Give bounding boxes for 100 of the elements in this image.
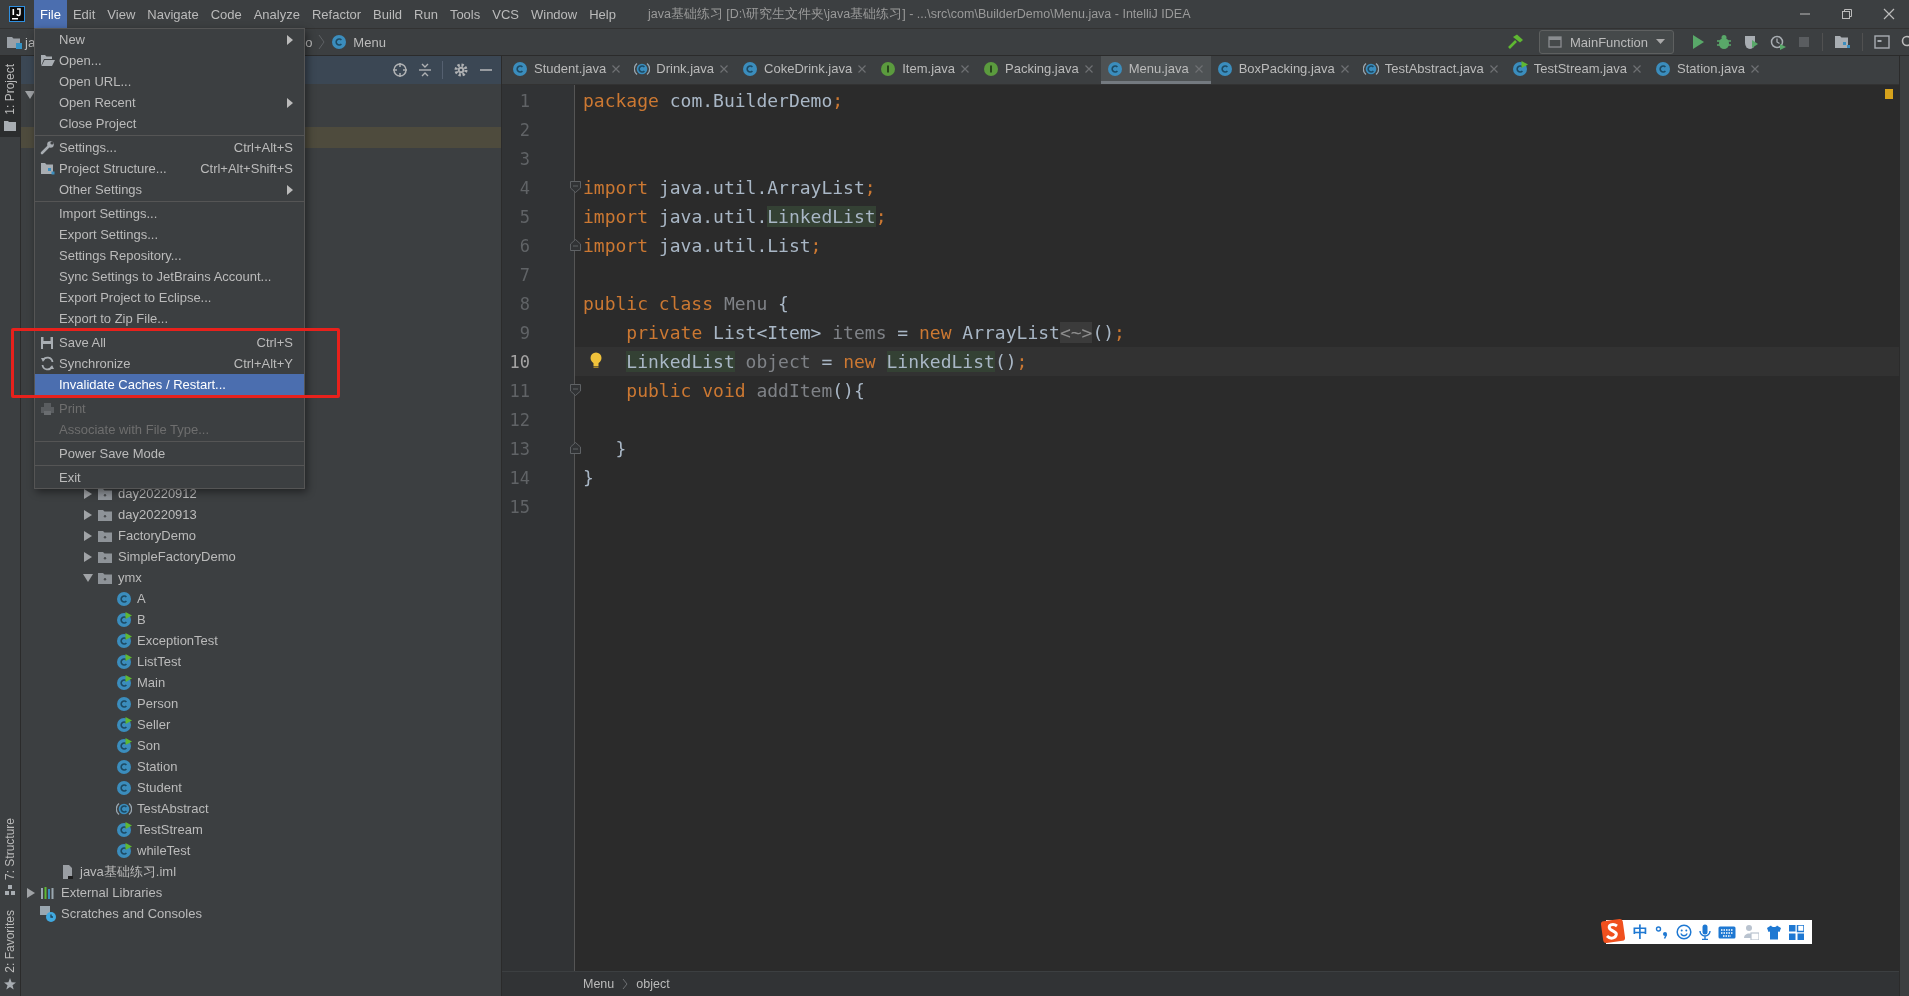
editor-tab[interactable]: TestStream.java — [1505, 56, 1649, 84]
breadcrumb-item[interactable]: ja — [25, 34, 36, 50]
editor-tab[interactable]: CokeDrink.java — [736, 56, 875, 84]
tree-item[interactable]: TestAbstract — [137, 801, 209, 816]
main-nav-entry[interactable]: VCS — [486, 0, 525, 28]
dropdown-option[interactable]: Power Save Mode — [35, 443, 304, 464]
dropdown-option[interactable]: Exit — [35, 467, 304, 488]
input-mode-toggle[interactable]: 中 — [1633, 922, 1648, 942]
grid-icon[interactable] — [1789, 924, 1804, 940]
breadcrumb-item[interactable]: object — [636, 977, 670, 991]
tree-item[interactable]: External Libraries — [61, 885, 163, 900]
light-bulb-icon[interactable] — [590, 352, 602, 368]
main-nav-entry[interactable]: Navigate — [141, 0, 205, 28]
microphone-icon[interactable] — [1699, 924, 1711, 940]
main-nav-entry[interactable]: Code — [204, 0, 248, 28]
crosshair-icon[interactable] — [392, 62, 408, 78]
expanded-arrow-icon[interactable] — [83, 572, 93, 583]
profiler-icon[interactable] — [1770, 34, 1786, 50]
dropdown-option[interactable]: Project Structure... Ctrl+Alt+Shift+S — [35, 158, 304, 179]
window-icon[interactable] — [1874, 35, 1890, 49]
dropdown-option[interactable]: Open... — [35, 50, 304, 71]
main-nav-entry[interactable]: Build — [367, 0, 408, 28]
fold-marker-icon[interactable] — [570, 181, 581, 193]
collapsed-arrow-icon[interactable] — [83, 530, 93, 541]
fold-marker-icon[interactable] — [570, 239, 581, 251]
restore-icon[interactable] — [1841, 8, 1853, 20]
run-icon[interactable] — [1691, 34, 1705, 50]
tree-item[interactable]: SimpleFactoryDemo — [118, 549, 236, 564]
project-structure-icon[interactable] — [1834, 35, 1851, 49]
tree-item[interactable]: Person — [137, 696, 179, 711]
tree-item[interactable]: java基础练习.iml — [80, 862, 177, 881]
dropdown-option[interactable]: New — [35, 29, 304, 50]
tree-item[interactable]: day20220913 — [118, 507, 197, 522]
tree-item[interactable]: Seller — [137, 717, 171, 732]
dropdown-option[interactable]: Open Recent — [35, 92, 304, 113]
dropdown-option[interactable]: Synchronize Ctrl+Alt+Y — [35, 353, 304, 374]
dropdown-option[interactable]: Close Project — [35, 113, 304, 134]
breadcrumb-item[interactable]: Menu — [353, 34, 386, 50]
tree-item[interactable]: TestStream — [137, 822, 203, 837]
tree-item[interactable]: ExceptionTest — [137, 633, 218, 648]
tree-item[interactable]: Main — [137, 675, 166, 690]
editor-tab[interactable]: Drink.java — [628, 56, 737, 84]
editor-tab[interactable]: Menu.java — [1100, 56, 1211, 84]
close-icon[interactable] — [1883, 8, 1895, 20]
punctuation-icon[interactable] — [1655, 925, 1669, 939]
tree-item[interactable]: Son — [137, 738, 161, 753]
smiley-icon[interactable] — [1676, 924, 1692, 940]
main-nav-entry[interactable]: View — [101, 0, 142, 28]
collapsed-arrow-icon[interactable] — [26, 887, 36, 898]
editor-tab[interactable]: TestAbstract.java — [1356, 56, 1506, 84]
collapsed-arrow-icon[interactable] — [83, 509, 93, 520]
editor-tab[interactable]: Item.java — [874, 56, 977, 84]
tool-window-tab[interactable]: 1: Project — [0, 56, 20, 137]
main-nav-entry[interactable]: Edit — [66, 0, 102, 28]
collapse-all-icon[interactable] — [418, 62, 432, 78]
bug-icon[interactable] — [1716, 34, 1732, 50]
dropdown-option[interactable]: Invalidate Caches / Restart... — [35, 374, 304, 395]
tool-window-tab[interactable]: 7: Structure — [0, 810, 20, 903]
tree-item[interactable]: Student — [137, 780, 182, 795]
tree-item[interactable]: ymx — [118, 570, 142, 585]
tool-window-tab[interactable]: 2: Favorites — [0, 902, 20, 996]
breadcrumb-item[interactable]: o — [305, 34, 313, 50]
expanded-arrow-icon[interactable] — [25, 90, 35, 100]
main-nav-entry[interactable]: Refactor — [305, 0, 368, 28]
shirt-icon[interactable] — [1766, 924, 1782, 940]
dropdown-option[interactable]: Export Settings... — [35, 224, 304, 245]
dropdown-option[interactable]: Export to Zip File... — [35, 308, 304, 329]
editor-tab[interactable]: BoxPacking.java — [1210, 56, 1357, 84]
logo-icon[interactable] — [1600, 918, 1626, 944]
tree-item[interactable]: day20220912 — [118, 486, 197, 501]
main-nav-entry[interactable]: File — [34, 0, 67, 28]
dropdown-option[interactable]: Settings... Ctrl+Alt+S — [35, 137, 304, 158]
tree-item[interactable]: Scratches and Consoles — [61, 906, 202, 921]
collapsed-arrow-icon[interactable] — [83, 488, 93, 499]
settings-icon[interactable] — [453, 62, 469, 78]
dropdown-option[interactable]: Save All Ctrl+S — [35, 332, 304, 353]
fold-marker-icon[interactable] — [570, 384, 581, 396]
fold-marker-icon[interactable] — [570, 442, 581, 454]
dropdown-option[interactable]: Export Project to Eclipse... — [35, 287, 304, 308]
tree-item[interactable]: B — [137, 612, 146, 627]
main-nav-entry[interactable]: Tools — [443, 0, 487, 28]
main-nav-entry[interactable]: Analyze — [247, 0, 306, 28]
editor-tab[interactable]: Station.java — [1649, 56, 1767, 84]
editor-tab[interactable]: Packing.java — [977, 56, 1101, 84]
main-nav-entry[interactable]: Help — [583, 0, 622, 28]
app-logo-icon[interactable] — [9, 6, 25, 22]
collapsed-arrow-icon[interactable] — [83, 551, 93, 562]
dropdown-option[interactable]: Other Settings — [35, 179, 304, 200]
tree-item[interactable]: Station — [137, 759, 178, 774]
editor-tab[interactable]: Student.java — [506, 56, 629, 84]
main-nav-entry[interactable]: Run — [408, 0, 444, 28]
dropdown-option[interactable]: Import Settings... — [35, 203, 304, 224]
breadcrumb-item[interactable]: Menu — [583, 977, 615, 991]
run-config-dropdown[interactable]: MainFunction — [1538, 30, 1674, 54]
coverage-icon[interactable] — [1743, 34, 1759, 50]
dropdown-option[interactable]: Open URL... — [35, 71, 304, 92]
dropdown-option[interactable]: Sync Settings to JetBrains Account... — [35, 266, 304, 287]
tree-item[interactable]: ListTest — [137, 654, 182, 669]
tree-item[interactable]: whileTest — [137, 843, 191, 858]
tree-item[interactable]: FactoryDemo — [118, 528, 197, 543]
